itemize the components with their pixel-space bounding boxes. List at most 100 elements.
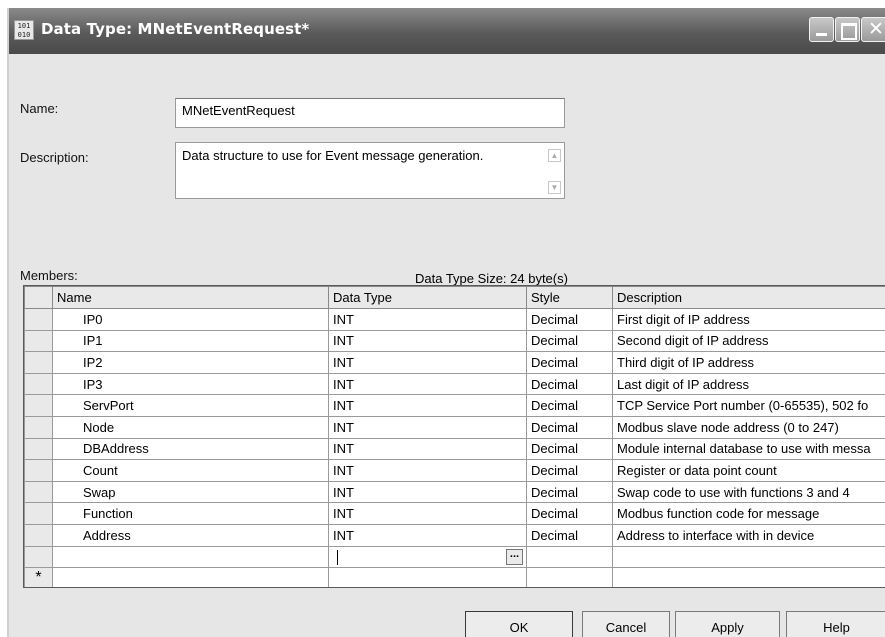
apply-button[interactable]: Apply [675,611,780,637]
member-style[interactable]: Decimal [526,372,613,396]
member-name[interactable]: IP3 [52,372,329,396]
header-data-type[interactable]: Data Type [328,286,527,309]
header-description[interactable]: Description [612,286,885,309]
member-description[interactable]: Modbus function code for message [612,502,885,525]
row-selector[interactable] [24,415,53,439]
member-type[interactable]: INT [328,459,527,482]
help-button[interactable]: Help [786,611,885,637]
members-grid: Name Data Type Style Description IP0 INT D… [23,285,885,588]
new-member-description[interactable] [612,545,885,569]
minimize-button[interactable] [809,17,834,42]
row-selector[interactable] [24,308,53,331]
member-description[interactable]: Third digit of IP address [612,351,885,374]
table-row[interactable]: Count INT Decimal Register or data point co… [24,459,885,482]
member-style[interactable]: Decimal [526,480,613,504]
member-type[interactable]: INT [328,502,527,525]
table-row[interactable]: IP2 INT Decimal Third digit of IP address [24,351,885,374]
member-description[interactable]: Address to interface with in device [612,523,885,547]
header-selector[interactable] [24,286,53,309]
new-row-type[interactable] [328,567,527,587]
member-style[interactable]: Decimal [526,502,613,525]
row-selector[interactable] [24,459,53,482]
new-row[interactable]: * [24,567,885,587]
header-style[interactable]: Style [526,286,613,309]
maximize-button[interactable] [835,17,860,42]
member-description[interactable]: Modbus slave node address (0 to 247) [612,415,885,439]
window-title: Data Type: MNetEventRequest* [41,20,310,38]
member-type[interactable]: INT [328,372,527,396]
header-name[interactable]: Name [52,286,329,309]
cancel-button[interactable]: Cancel [582,611,670,637]
browse-data-type-button[interactable]: ... [506,548,523,565]
scroll-down-icon[interactable]: ▼ [548,181,561,194]
new-member-style[interactable] [526,545,613,569]
data-type-editor[interactable]: ... [328,545,527,569]
table-row[interactable]: IP3 INT Decimal Last digit of IP address [24,372,885,396]
table-row[interactable]: IP1 INT Decimal Second digit of IP address [24,329,885,353]
table-row[interactable]: DBAddress INT Decimal Module internal datab… [24,437,885,461]
new-row-style[interactable] [526,567,613,587]
member-description[interactable]: Module internal database to use with mes… [612,437,885,461]
ok-button[interactable]: OK [465,611,573,637]
member-description[interactable]: Second digit of IP address [612,329,885,353]
member-name[interactable]: Swap [52,480,329,504]
member-name[interactable]: Address [52,523,329,547]
member-name[interactable]: DBAddress [52,437,329,461]
member-style[interactable]: Decimal [526,308,613,331]
member-description[interactable]: Register or data point count [612,459,885,482]
editing-row[interactable]: ... [24,545,885,569]
table-row[interactable]: Node INT Decimal Modbus slave node address … [24,415,885,439]
new-member-name[interactable] [52,545,329,569]
close-icon: ✕ [868,19,884,40]
member-description[interactable]: TCP Service Port number (0-65535), 502 f… [612,394,885,417]
member-description[interactable]: Swap code to use with functions 3 and 4 [612,480,885,504]
row-selector[interactable] [24,329,53,353]
member-style[interactable]: Decimal [526,437,613,461]
title-bar[interactable]: 101 010 Data Type: MNetEventRequest* ✕ [9,8,885,54]
member-description[interactable]: First digit of IP address [612,308,885,331]
member-name[interactable]: IP1 [52,329,329,353]
row-selector[interactable] [24,372,53,396]
table-row[interactable]: IP0 INT Decimal First digit of IP address [24,308,885,331]
close-button[interactable]: ✕ [861,17,885,42]
member-type[interactable]: INT [328,437,527,461]
member-type[interactable]: INT [328,351,527,374]
member-type[interactable]: INT [328,394,527,417]
member-style[interactable]: Decimal [526,351,613,374]
member-style[interactable]: Decimal [526,459,613,482]
member-name[interactable]: Count [52,459,329,482]
new-row-description[interactable] [612,567,885,587]
row-selector[interactable] [24,523,53,547]
new-row-name[interactable] [52,567,329,587]
table-row[interactable]: Swap INT Decimal Swap code to use with func… [24,480,885,504]
member-style[interactable]: Decimal [526,329,613,353]
table-row[interactable]: Function INT Decimal Modbus function code f… [24,502,885,525]
member-name[interactable]: ServPort [52,394,329,417]
description-scrollbar[interactable]: ▲ ▼ [547,147,561,195]
row-selector[interactable] [24,351,53,374]
member-description[interactable]: Last digit of IP address [612,372,885,396]
table-row[interactable]: ServPort INT Decimal TCP Service Port numbe… [24,394,885,417]
member-name[interactable]: IP0 [52,308,329,331]
description-textarea[interactable]: Data structure to use for Event message … [175,142,565,199]
row-selector[interactable] [24,394,53,417]
row-selector[interactable] [24,480,53,504]
member-type[interactable]: INT [328,523,527,547]
member-style[interactable]: Decimal [526,394,613,417]
name-input[interactable]: MNetEventRequest [175,98,565,128]
member-name[interactable]: Node [52,415,329,439]
scroll-up-icon[interactable]: ▲ [548,149,561,162]
table-row[interactable]: Address INT Decimal Address to interface wi… [24,523,885,547]
row-selector[interactable] [24,502,53,525]
member-type[interactable]: INT [328,415,527,439]
row-selector[interactable] [24,545,53,569]
member-type[interactable]: INT [328,308,527,331]
member-name[interactable]: Function [52,502,329,525]
member-style[interactable]: Decimal [526,415,613,439]
member-type[interactable]: INT [328,329,527,353]
description-label: Description: [20,150,89,165]
row-selector[interactable] [24,437,53,461]
member-style[interactable]: Decimal [526,523,613,547]
member-name[interactable]: IP2 [52,351,329,374]
member-type[interactable]: INT [328,480,527,504]
